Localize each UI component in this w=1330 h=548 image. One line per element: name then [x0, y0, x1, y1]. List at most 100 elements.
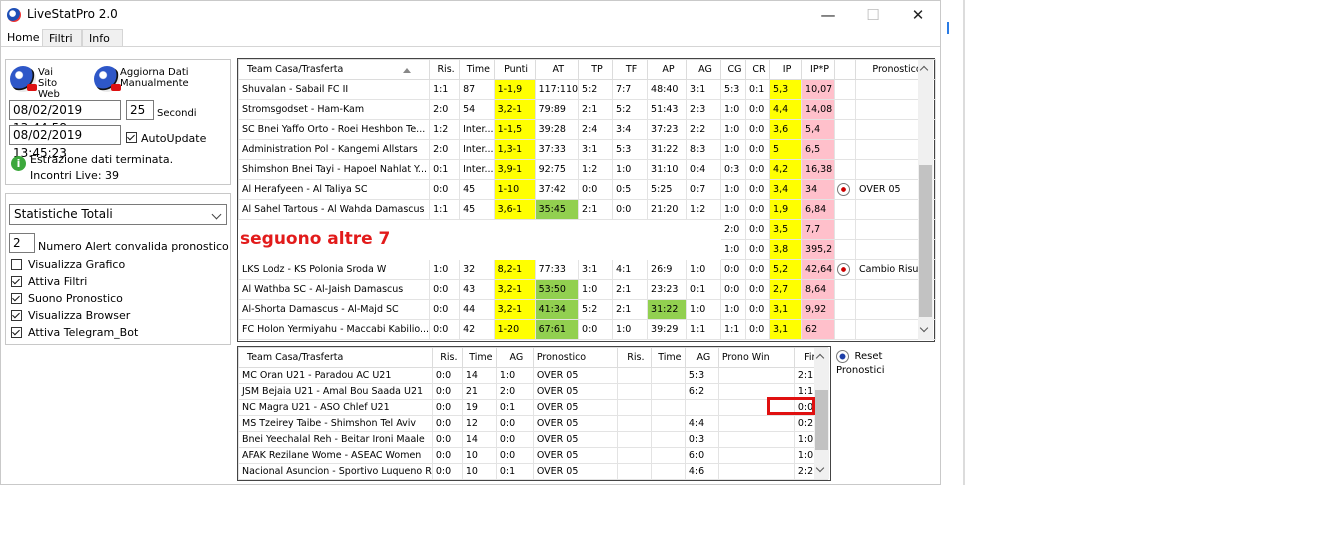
statistics-select[interactable]: Statistiche Totali	[9, 204, 227, 225]
tab-info[interactable]: Info	[82, 29, 123, 46]
table-cell: 62	[801, 319, 836, 340]
column-header[interactable]: AG	[684, 347, 719, 368]
maximize-button[interactable]: ☐	[858, 5, 888, 25]
column-header[interactable]: Punti	[493, 59, 536, 80]
option-checkbox[interactable]	[11, 293, 22, 304]
current-datetime-field[interactable]: 08/02/2019 13:45:23	[9, 125, 121, 160]
option-label: Visualizza Grafico	[28, 258, 126, 271]
site-web-button[interactable]: Vai Sito Web	[8, 64, 78, 100]
table-row[interactable]: Nacional Asuncion - Sportivo Luqueno R 0:…	[238, 463, 828, 480]
scroll-down-icon[interactable]	[919, 323, 929, 333]
column-header[interactable]: Time	[459, 59, 495, 80]
option-checkbox[interactable]	[11, 276, 22, 287]
column-header[interactable]: Ris.	[431, 347, 463, 368]
column-header[interactable]: AG	[686, 59, 722, 80]
scroll-down-icon[interactable]	[815, 463, 825, 473]
alert-count-field[interactable]: 2	[9, 233, 35, 253]
controls-panel: Vai Sito Web Aggiorna Dati Manualmente 0…	[5, 59, 231, 185]
table-cell: Nacional Asuncion - Sportivo Luqueno R	[238, 463, 433, 480]
column-header[interactable]: Ris.	[429, 59, 461, 80]
tab-home[interactable]: Home	[1, 29, 41, 46]
table-cell: 19	[461, 399, 497, 416]
table-row[interactable]: Al Herafyeen - Al Taliya SC 0:0 45 1-10 37:4…	[237, 179, 937, 200]
table-cell: 5:2	[578, 79, 614, 100]
column-header[interactable]: TP	[578, 59, 614, 80]
table-cell: 45	[459, 179, 495, 200]
table-cell: 1:1	[686, 319, 722, 340]
background-window-border	[963, 0, 965, 485]
table-cell: 0:0	[431, 447, 463, 464]
table-row[interactable]: NC Magra U21 - ASO Chlef U21 0:0 19 0:1 OVER…	[238, 399, 828, 416]
grid2-scrollbar[interactable]	[814, 348, 829, 479]
column-header[interactable]: AG	[495, 347, 534, 368]
table-row[interactable]: JSM Bejaia U21 - Amal Bou Saada U21 0:0 21…	[238, 383, 828, 400]
grid1-scroll-thumb[interactable]	[919, 165, 932, 317]
option-checkbox[interactable]	[11, 259, 22, 270]
column-header[interactable]: CR	[745, 59, 771, 80]
column-header[interactable]: AP	[647, 59, 688, 80]
table-cell: 1:0	[686, 259, 722, 280]
table-row[interactable]: MS Tzeirey Taibe - Shimshon Tel Aviv 0:0 1…	[238, 415, 828, 432]
column-header[interactable]: Team Casa/Trasferta	[237, 59, 431, 80]
column-header[interactable]: AT	[534, 59, 580, 80]
column-header[interactable]: Ris.	[616, 347, 652, 368]
table-cell: 2:1	[612, 279, 649, 300]
minimize-button[interactable]: —	[813, 5, 843, 25]
table-row[interactable]: MC Oran U21 - Paradou AC U21 0:0 14 1:0 OVER…	[238, 367, 828, 384]
grid2-scroll-thumb[interactable]	[815, 390, 828, 450]
refresh-data-button[interactable]: Aggiorna Dati Manualmente	[92, 64, 202, 94]
grid1-scrollbar[interactable]	[918, 60, 933, 340]
highlight-box	[767, 397, 815, 415]
table-row[interactable]: Stromsgodset - Ham-Kam 2:0 54 3,2-1 79:89 2:1…	[237, 99, 937, 120]
more-matches-note: seguono altre 7	[240, 229, 391, 249]
sort-ascending-icon[interactable]	[403, 68, 411, 73]
chevron-down-icon	[211, 209, 222, 220]
table-row[interactable]: Al Wathba SC - Al-Jaish Damascus 0:0 43 3,2…	[237, 279, 937, 300]
table-cell: 395,2	[801, 239, 836, 260]
column-header[interactable]: CG	[720, 59, 747, 80]
table-row[interactable]: Shuvalan - Sabail FC II 1:1 87 1-1,9 117:110…	[237, 79, 937, 100]
column-header[interactable]: TF	[612, 59, 649, 80]
table-row[interactable]: FC Holon Yermiyahu - Maccabi Kabilio... 0…	[237, 319, 937, 340]
scroll-up-icon[interactable]	[919, 65, 929, 75]
table-cell: OVER 05	[532, 447, 618, 464]
autoupdate-checkbox[interactable]	[126, 132, 137, 143]
column-header[interactable]: Prono Win	[717, 347, 795, 368]
column-header[interactable]: Team Casa/Trasferta	[238, 347, 433, 368]
table-cell: 79:89	[534, 99, 580, 120]
table-cell: 3:4	[612, 119, 649, 140]
table-cell	[650, 367, 686, 384]
column-header[interactable]: IP	[769, 59, 803, 80]
table-cell: 39:28	[534, 119, 580, 140]
table-cell: 34	[801, 179, 836, 200]
tab-filtri[interactable]: Filtri	[42, 29, 82, 46]
table-cell	[578, 239, 614, 260]
table-cell: 5	[769, 139, 803, 160]
close-button[interactable]: ✕	[903, 5, 933, 25]
table-row[interactable]: Al-Shorta Damascus - Al-Majd SC 0:0 44 3,2-…	[237, 299, 937, 320]
column-header[interactable]: IP*P	[801, 59, 836, 80]
table-cell: 1:0	[578, 279, 614, 300]
table-row[interactable]: SC Bnei Yaffo Orto - Roei Heshbon Te... 1…	[237, 119, 937, 140]
option-checkbox[interactable]	[11, 310, 22, 321]
column-header[interactable]: Time	[650, 347, 686, 368]
column-header[interactable]: Pronostico	[532, 347, 618, 368]
table-row[interactable]: AFAK Rezilane Wome - ASEAC Women 0:0 10 0:0…	[238, 447, 828, 464]
table-row[interactable]: Bnei Yeechalal Reh - Beitar Ironi Maale 0…	[238, 431, 828, 448]
table-row[interactable]: Shimshon Bnei Tayi - Hapoel Nahlat Y... 0…	[237, 159, 937, 180]
table-row[interactable]: LKS Lodz - KS Polonia Sroda W 1:0 32 8,2-1 7…	[237, 259, 937, 280]
table-row[interactable]: Al Sahel Tartous - Al Wahda Damascus 1:1 4…	[237, 199, 937, 220]
column-header[interactable]	[834, 59, 857, 80]
table-row[interactable]: Administration Pol - Kangemi Allstars 2:0…	[237, 139, 937, 160]
option-checkbox[interactable]	[11, 327, 22, 338]
reset-predictions-button[interactable]: Reset Pronostici	[836, 349, 931, 375]
start-datetime-field[interactable]: 08/02/2019 13:44:58	[9, 100, 121, 135]
column-header[interactable]: Time	[461, 347, 497, 368]
table-cell: 1:2	[686, 199, 722, 220]
seconds-field[interactable]: 25	[126, 100, 154, 120]
scroll-up-icon[interactable]	[815, 353, 825, 363]
table-cell: 9,92	[801, 299, 836, 320]
status-line-2: Incontri Live: 39	[30, 169, 120, 182]
table-cell: 2:1	[578, 99, 614, 120]
table-cell: 1,9	[769, 199, 803, 220]
